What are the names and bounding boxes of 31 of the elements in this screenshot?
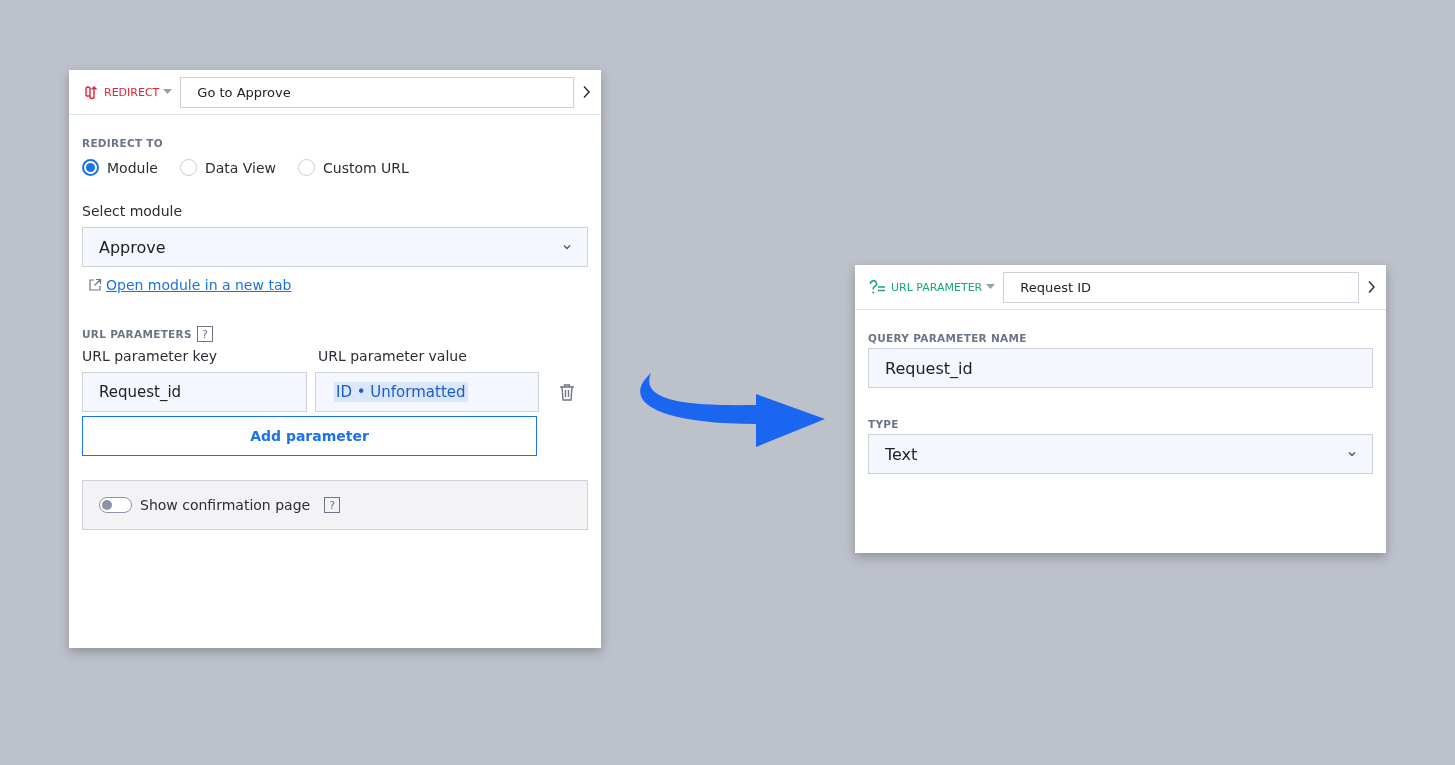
caret-icon [163, 89, 173, 95]
help-icon[interactable]: ? [196, 326, 213, 342]
section-label: URL PARAMETERS [82, 328, 192, 340]
module-select[interactable]: Approve [82, 227, 588, 267]
type-select[interactable]: Text [868, 434, 1373, 474]
field-label: URL parameter value [318, 348, 467, 364]
trash-icon[interactable] [559, 383, 575, 401]
radio-option[interactable]: Data View [179, 159, 277, 176]
caret-icon [986, 284, 996, 290]
parameter-value-field[interactable]: ID • Unformatted [315, 372, 539, 412]
open-module-link[interactable]: Open module in a new tab [106, 277, 292, 293]
redirect-type-dropdown[interactable]: REDIRECT [83, 83, 173, 101]
parameter-key-field[interactable]: Request_id [82, 372, 307, 412]
section-label: REDIRECT TO [82, 137, 165, 149]
field-label: URL parameter key [82, 348, 219, 364]
radio-option[interactable]: Module [82, 159, 158, 176]
section-label: TYPE [868, 418, 900, 430]
step-name-field[interactable]: Go to Approve [180, 76, 574, 108]
toggle-switch[interactable] [99, 497, 132, 513]
field-label: Select module [82, 203, 184, 219]
add-parameter-button[interactable]: Add parameter [82, 416, 537, 456]
section-label: QUERY PARAMETER NAME [868, 332, 1028, 344]
query-name-field[interactable]: Request_id [868, 348, 1373, 388]
toggle-label: Show confirmation page [140, 497, 311, 513]
radio-option[interactable]: Custom URL [298, 159, 409, 176]
external-link-icon [88, 278, 102, 292]
question-equals-icon [869, 280, 887, 294]
chevron-right-icon[interactable] [582, 85, 591, 99]
step-name-field[interactable]: Request ID [1003, 271, 1359, 303]
chevron-right-icon[interactable] [1367, 280, 1376, 294]
help-icon[interactable]: ? [324, 497, 341, 513]
